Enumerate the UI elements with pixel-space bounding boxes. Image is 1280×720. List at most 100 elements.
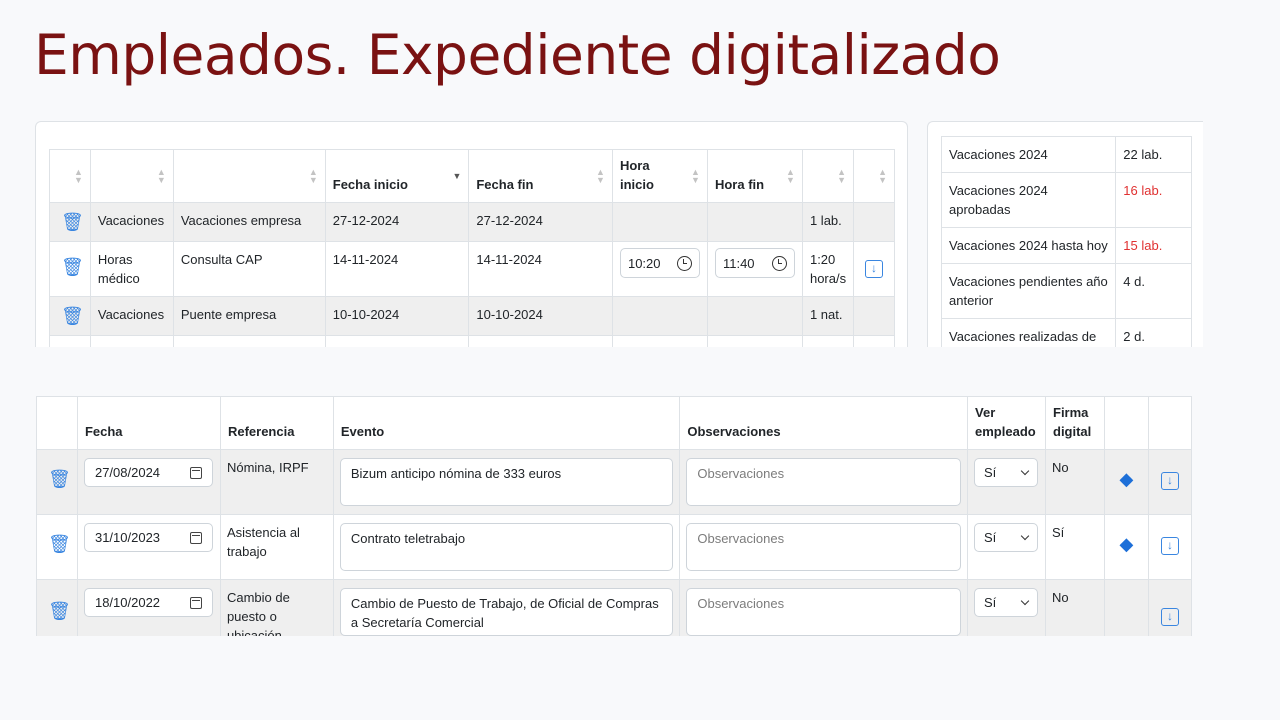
calendar-icon[interactable] (189, 596, 202, 609)
ver-empleado-select[interactable]: Sí (974, 458, 1039, 487)
start-time-value: 10:20 (627, 255, 661, 271)
layers-icon[interactable]: ◆ (1120, 470, 1134, 489)
leave-col-actions[interactable]: ▲ ▼ (49, 149, 91, 203)
summary-row: Vacaciones 2024 22 lab. (940, 136, 1192, 173)
evento-text: Cambio de Puesto de Trabajo, de Oficial … (350, 596, 659, 630)
document-row: 🗑 27/08/2024 Nómina, IRPF Bizum anticipo… (36, 449, 1192, 515)
documents-header-row: Fecha Referencia Evento Observaciones Ve… (36, 396, 1192, 450)
leave-description: Consulta CAP (172, 241, 326, 297)
layers-icon[interactable]: ◆ (1120, 535, 1134, 554)
ver-empleado-value: Sí (984, 595, 997, 610)
ver-empleado-value: Sí (984, 465, 997, 480)
sort-desc-icon[interactable]: ▼ (452, 172, 461, 181)
leave-download-cell (853, 202, 895, 242)
leave-card: ▲ ▼ ▲ ▼ ▲ ▼ Fecha inicio ▼ Fecha fin ▲ ▼ Hora … (35, 121, 908, 347)
summary-value: 22 lab. (1115, 136, 1192, 173)
document-row: 🗑 18/10/2022 Cambio de puesto o ubicació… (36, 579, 1192, 636)
leave-col-type[interactable]: ▲ ▼ (89, 149, 174, 203)
date-input[interactable]: 31/10/2023 (83, 523, 213, 552)
ver-empleado-select[interactable]: Sí (974, 588, 1039, 617)
download-icon[interactable]: ↓ (1160, 472, 1179, 490)
leave-end-hour (706, 202, 803, 242)
trash-icon[interactable]: 🗑 (61, 258, 84, 277)
sort-icon[interactable]: ▲ ▼ (309, 168, 318, 185)
observaciones-textarea[interactable]: Observaciones (686, 523, 962, 571)
sort-icon[interactable]: ▲ ▼ (837, 168, 846, 185)
summary-label: Vacaciones pendientes año anterior (940, 263, 1117, 319)
leave-type: Vacaciones (89, 202, 174, 242)
leave-type: Horas médico (89, 241, 174, 297)
trash-icon[interactable]: 🗑 (48, 470, 71, 489)
doc-referencia: Nómina, IRPF (219, 449, 334, 515)
leave-row: 🗑 Vacaciones Puente empresa 10-10-2024 1… (49, 296, 895, 336)
leave-type: Vacaciones (89, 296, 174, 336)
leave-duration: 1:20 hora/s (801, 241, 855, 297)
ver-empleado-value: Sí (984, 530, 997, 545)
sort-icon[interactable]: ▲ ▼ (691, 168, 700, 185)
summary-value: 4 d. (1115, 263, 1192, 319)
leave-table: ▲ ▼ ▲ ▼ ▲ ▼ Fecha inicio ▼ Fecha fin ▲ ▼ Hora … (49, 149, 895, 347)
date-value: 18/10/2022 (94, 595, 161, 610)
trash-icon[interactable]: 🗑 (48, 602, 71, 621)
leave-start-date: 14-11-2024 (324, 241, 470, 297)
trash-icon[interactable]: 🗑 (61, 213, 84, 232)
summary-value: 15 lab. (1115, 227, 1192, 264)
leave-col-description[interactable]: ▲ ▼ (172, 149, 326, 203)
leave-col-start-date[interactable]: Fecha inicio ▼ (324, 149, 470, 203)
observaciones-placeholder: Observaciones (697, 596, 785, 611)
sort-icon[interactable]: ▲ ▼ (878, 168, 887, 185)
doc-layers-cell (1103, 579, 1149, 636)
leave-col-end-date-label: Fecha fin (476, 177, 534, 192)
ver-empleado-select[interactable]: Sí (974, 523, 1039, 552)
summary-value: 16 lab. (1115, 172, 1192, 228)
date-input[interactable]: 27/08/2024 (83, 458, 213, 487)
observaciones-placeholder: Observaciones (697, 531, 785, 546)
leave-start-hour (611, 296, 708, 336)
doc-col-ver-empleado: Ver empleado (967, 396, 1046, 450)
observaciones-textarea[interactable]: Observaciones (686, 588, 962, 636)
calendar-icon[interactable] (189, 531, 202, 544)
end-time-input[interactable]: 11:40 (714, 248, 795, 278)
clock-icon[interactable] (676, 255, 692, 271)
sort-icon[interactable]: ▲ ▼ (786, 168, 795, 185)
sort-icon[interactable]: ▲ ▼ (74, 168, 83, 185)
leave-col-start-hour[interactable]: Hora inicio ▲ ▼ (611, 149, 708, 203)
evento-textarea[interactable]: Contrato teletrabajo (339, 523, 674, 571)
leave-start-date: 27-12-2024 (324, 202, 470, 242)
doc-col-download (1147, 396, 1192, 450)
download-icon[interactable]: ↓ (865, 260, 884, 278)
start-time-input[interactable]: 10:20 (619, 248, 700, 278)
date-input[interactable]: 18/10/2022 (83, 588, 213, 617)
doc-col-layers (1103, 396, 1149, 450)
download-icon[interactable]: ↓ (1160, 537, 1179, 555)
trash-icon[interactable]: 🗑 (48, 535, 71, 554)
documents-table: Fecha Referencia Evento Observaciones Ve… (36, 396, 1192, 636)
summary-label: Vacaciones 2024 aprobadas (940, 172, 1117, 228)
doc-col-firma-digital: Firma digital (1045, 396, 1105, 450)
clock-icon[interactable] (771, 255, 787, 271)
leave-col-end-hour[interactable]: Hora fin ▲ ▼ (706, 149, 803, 203)
document-row: 🗑 31/10/2023 Asistencia al trabajo Contr… (36, 514, 1192, 580)
leave-col-download[interactable]: ▲ ▼ (853, 149, 895, 203)
calendar-icon[interactable] (189, 466, 202, 479)
summary-row: Vacaciones 2024 hasta hoy 15 lab. (940, 227, 1192, 264)
evento-text: Bizum anticipo nómina de 333 euros (350, 466, 562, 481)
doc-referencia: Asistencia al trabajo (219, 514, 334, 580)
evento-textarea[interactable]: Bizum anticipo nómina de 333 euros (339, 458, 674, 506)
chevron-down-icon (1020, 466, 1030, 475)
sort-icon[interactable]: ▲ ▼ (157, 168, 166, 185)
leave-end-date: 14-11-2024 (468, 241, 613, 297)
doc-firma: Sí (1045, 514, 1105, 580)
evento-textarea[interactable]: Cambio de Puesto de Trabajo, de Oficial … (339, 588, 674, 636)
observaciones-textarea[interactable]: Observaciones (686, 458, 962, 506)
chevron-down-icon (1020, 596, 1030, 605)
doc-firma: No (1045, 579, 1105, 636)
vacation-summary-table: Vacaciones 2024 22 lab. Vacaciones 2024 … (940, 136, 1192, 347)
leave-col-duration[interactable]: ▲ ▼ (801, 149, 855, 203)
leave-col-end-date[interactable]: Fecha fin ▲ ▼ (468, 149, 613, 203)
leave-start-date: 10-10-2024 (324, 296, 470, 336)
trash-icon[interactable]: 🗑 (61, 307, 84, 326)
sort-icon[interactable]: ▲ ▼ (596, 168, 605, 185)
documents-panel: Fecha Referencia Evento Observaciones Ve… (36, 396, 1192, 636)
download-icon[interactable]: ↓ (1160, 608, 1179, 626)
